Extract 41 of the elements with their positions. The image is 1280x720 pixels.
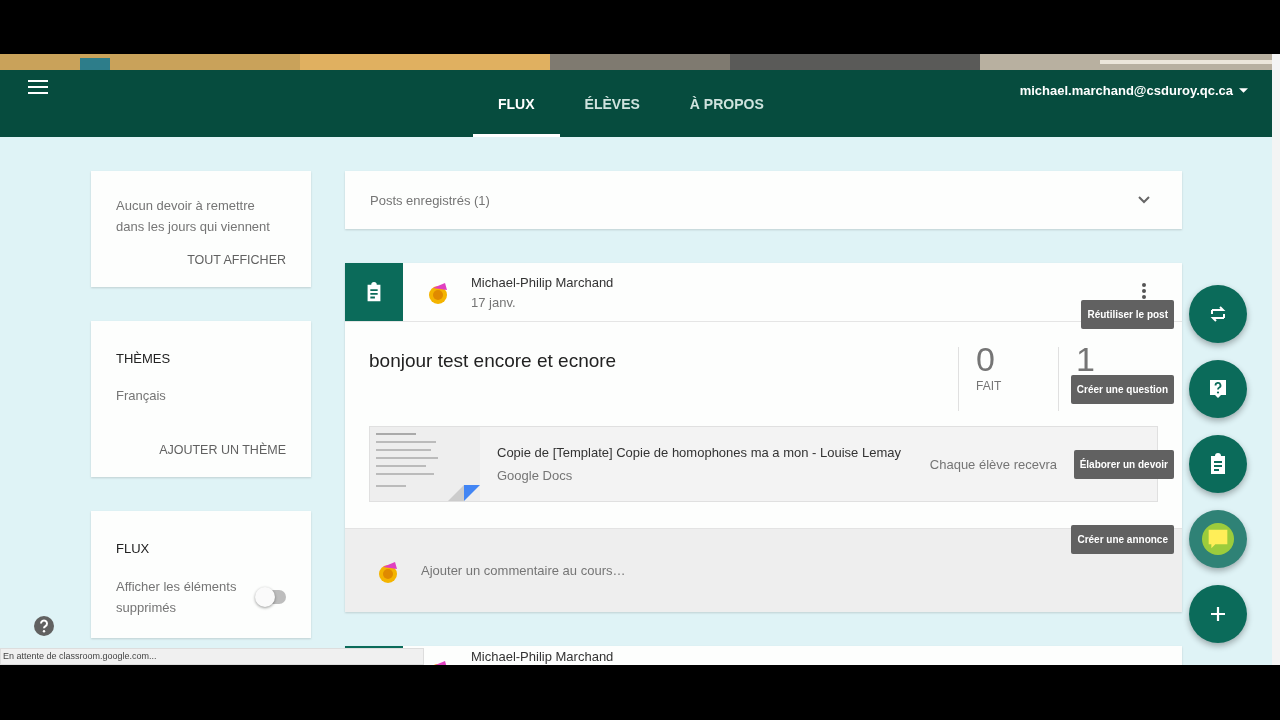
- action-button[interactable]: [1189, 285, 1247, 343]
- post-date: 17 janv.: [471, 294, 517, 310]
- action-button[interactable]: [1189, 585, 1247, 643]
- tooltip: Créer une annonce: [1071, 524, 1174, 554]
- post-title: bonjour test encore et ecnore: [369, 349, 618, 372]
- add-theme-link[interactable]: AJOUTER UN THÈME: [159, 443, 286, 457]
- action-button[interactable]: [1189, 360, 1247, 418]
- menu-icon[interactable]: [28, 80, 48, 94]
- view-all-link[interactable]: TOUT AFFICHER: [187, 253, 286, 267]
- attachment-note: Chaque élève recevra: [929, 456, 1057, 472]
- card-title: FLUX: [116, 541, 151, 556]
- attachment-title: Copie de [Template] Copie de homophones ma a mon - Louise Lemay: [497, 445, 902, 460]
- saved-posts-bar[interactable]: Posts enregistrés (1): [345, 171, 1182, 229]
- stat-count: 1: [1076, 343, 1096, 375]
- tooltip: Réutiliser le post: [1081, 299, 1174, 329]
- account-menu[interactable]: michael.marchand@csduroy.qc.ca: [1019, 81, 1248, 99]
- more-options-icon: [1142, 283, 1146, 299]
- chevron-down-icon: [1138, 196, 1150, 204]
- attachment-type: Google Docs: [497, 468, 574, 483]
- announcement-icon: [1202, 523, 1234, 555]
- stat-count: 0: [976, 343, 996, 375]
- scrollbar[interactable]: [1272, 54, 1280, 665]
- caret-icon: [1239, 87, 1248, 93]
- help-icon[interactable]: [34, 616, 54, 636]
- tooltip: Élaborer un devoir: [1073, 449, 1174, 479]
- card-title: THÈMES: [116, 351, 172, 366]
- tooltip: Créer une question: [1070, 374, 1174, 404]
- author-name: Michael-Philip Marchand: [471, 274, 615, 290]
- nav-tab[interactable]: À PROPOS: [664, 70, 789, 137]
- toggle-label: Afficher les éléments supprimés: [116, 578, 238, 617]
- theme-item[interactable]: Français: [116, 388, 286, 403]
- saved-posts-label: Posts enregistrés (1): [370, 192, 490, 208]
- upcoming-text: Aucun devoir à remettre dans les jours qui viennent: [116, 197, 271, 236]
- nav-tab[interactable]: FLUX: [473, 70, 560, 137]
- stat-label: FAIT: [976, 379, 1003, 393]
- author-name: Michael-Philip Marchand: [471, 649, 615, 664]
- status-bar: En attente de classroom.google.com...: [0, 648, 424, 665]
- action-button[interactable]: [1189, 510, 1247, 568]
- nav-tab[interactable]: ÉLÈVES: [559, 70, 665, 137]
- comment-field[interactable]: Ajouter un commentaire au cours…: [421, 563, 626, 578]
- action-button[interactable]: [1189, 435, 1247, 493]
